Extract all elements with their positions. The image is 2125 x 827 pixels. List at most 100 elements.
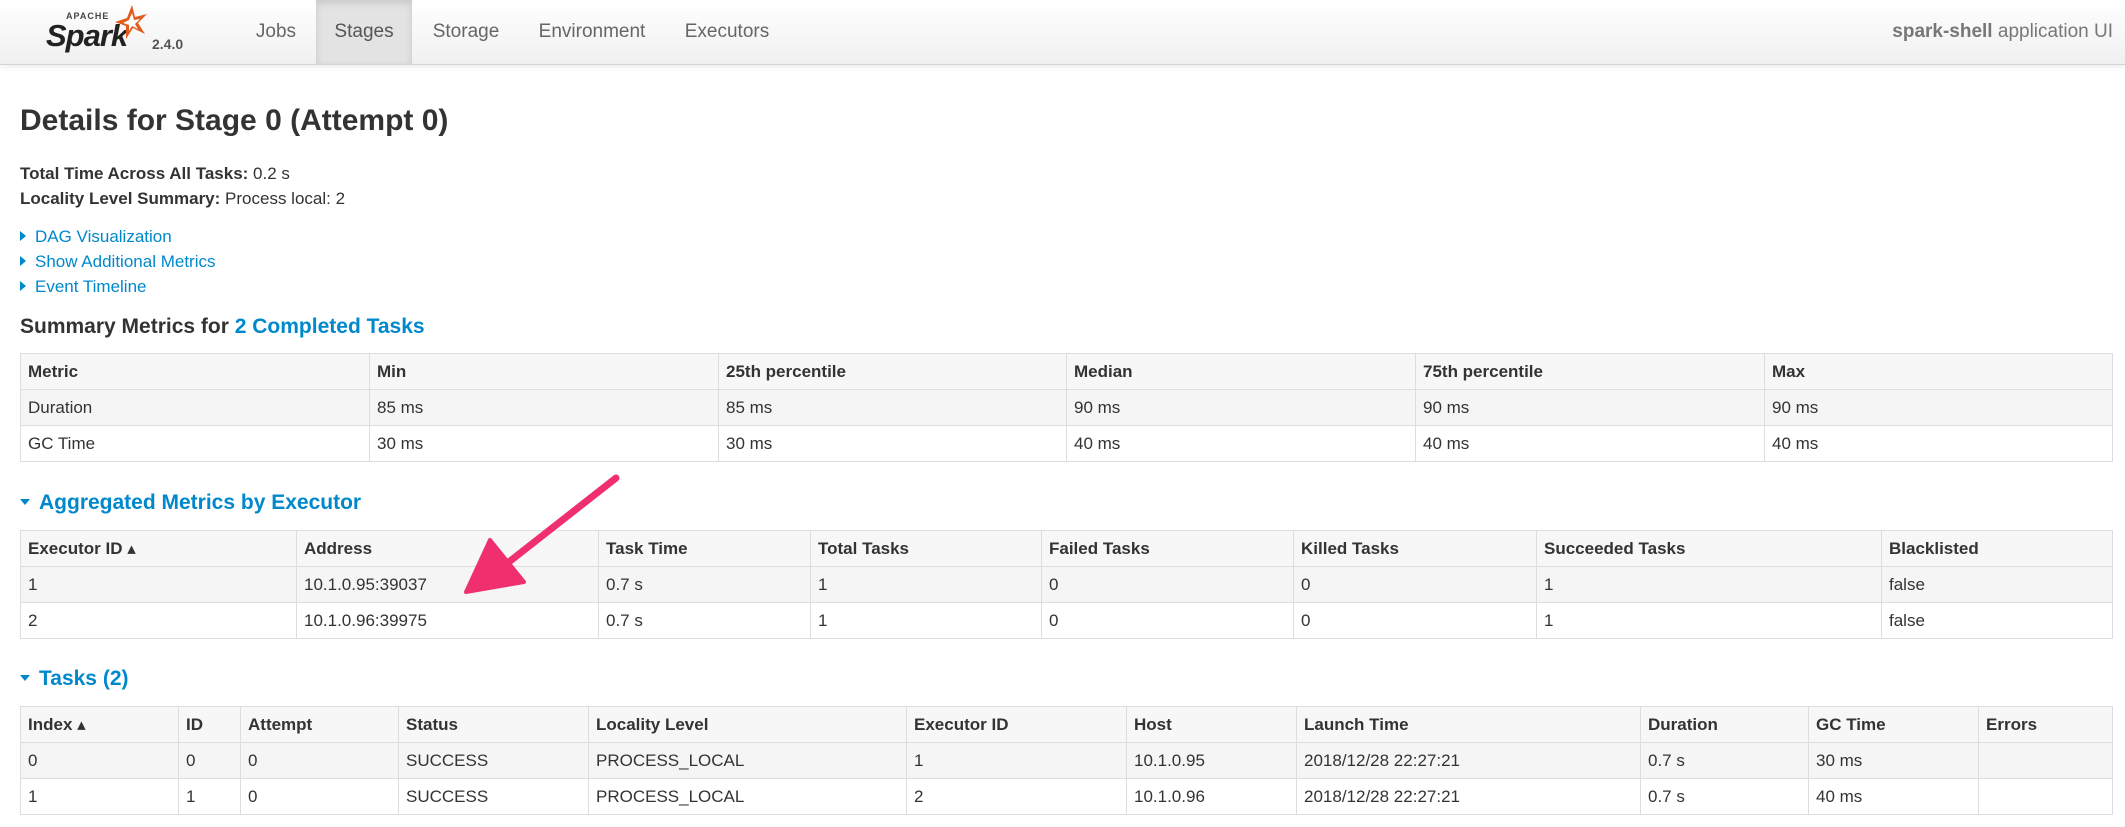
tab-jobs[interactable]: Jobs — [236, 0, 316, 64]
table-cell: 30 ms — [1808, 742, 1979, 779]
table-cell: 0 — [20, 742, 179, 779]
table-cell: 10.1.0.95:39037 — [296, 566, 599, 603]
event-timeline-link[interactable]: Event Timeline — [20, 277, 147, 297]
column-header[interactable]: Min — [369, 353, 719, 390]
table-cell: 1 — [810, 602, 1042, 639]
aggregated-metrics-heading: Aggregated Metrics by Executor — [39, 491, 362, 514]
table-cell: 85 ms — [369, 389, 719, 426]
table-cell: 10.1.0.95 — [1126, 742, 1297, 779]
table-header-row: Index ▴ ID Attempt Status Locality Level… — [20, 706, 2113, 743]
column-header[interactable]: Killed Tasks — [1293, 530, 1537, 567]
table-cell: 40 ms — [1415, 425, 1765, 462]
table-cell: 1 — [20, 566, 297, 603]
column-header[interactable]: GC Time — [1808, 706, 1979, 743]
table-row: 0 0 0 SUCCESS PROCESS_LOCAL 1 10.1.0.95 … — [20, 742, 2113, 779]
table-cell: 0.7 s — [1640, 778, 1809, 815]
table-cell: 0 — [1293, 566, 1537, 603]
table-cell: 0 — [240, 778, 399, 815]
column-header[interactable]: Host — [1126, 706, 1297, 743]
tasks-table: Index ▴ ID Attempt Status Locality Level… — [20, 706, 2113, 815]
completed-tasks-link[interactable]: 2 Completed Tasks — [235, 315, 425, 338]
table-cell: false — [1881, 566, 2113, 603]
table-cell: 0 — [1041, 602, 1294, 639]
page-title: Details for Stage 0 (Attempt 0) — [20, 104, 449, 137]
table-cell: 1 — [906, 742, 1127, 779]
table-cell: PROCESS_LOCAL — [588, 778, 907, 815]
table-header-row: Executor ID ▴ Address Task Time Total Ta… — [20, 530, 2113, 567]
table-row: Duration 85 ms 85 ms 90 ms 90 ms 90 ms — [20, 389, 2113, 426]
column-header[interactable]: Metric — [20, 353, 370, 390]
app-name: spark-shell — [1892, 21, 1993, 42]
table-cell: 0 — [1041, 566, 1294, 603]
column-header[interactable]: 25th percentile — [718, 353, 1067, 390]
spark-version: 2.4.0 — [152, 36, 184, 52]
tab-executors[interactable]: Executors — [664, 0, 790, 64]
tab-storage[interactable]: Storage — [412, 0, 520, 64]
column-header-index[interactable]: Index ▴ — [20, 706, 179, 743]
column-header[interactable]: Succeeded Tasks — [1536, 530, 1882, 567]
table-cell: 1 — [1536, 602, 1882, 639]
total-time-line: Total Time Across All Tasks: 0.2 s — [20, 164, 290, 184]
column-header[interactable]: Total Tasks — [810, 530, 1042, 567]
triangle-down-icon — [20, 499, 30, 505]
column-header[interactable]: Duration — [1640, 706, 1809, 743]
tasks-toggle[interactable]: Tasks (2) — [20, 667, 129, 691]
top-navbar: APACHE Spark 2.4.0 Jobs Stages Storage E… — [0, 0, 2125, 65]
column-header[interactable]: Max — [1764, 353, 2113, 390]
aggregated-metrics-toggle[interactable]: Aggregated Metrics by Executor — [20, 491, 361, 515]
summary-metrics-heading-prefix: Summary Metrics for — [20, 315, 235, 338]
table-cell: 10.1.0.96:39975 — [296, 602, 599, 639]
table-cell: 2 — [906, 778, 1127, 815]
dag-visualization-label: DAG Visualization — [35, 227, 172, 246]
table-cell: 1 — [810, 566, 1042, 603]
triangle-right-icon — [20, 281, 26, 291]
tab-environment[interactable]: Environment — [520, 0, 664, 64]
column-header[interactable]: Status — [398, 706, 589, 743]
table-cell: 0 — [178, 742, 241, 779]
column-header[interactable]: Median — [1066, 353, 1416, 390]
column-header[interactable]: Attempt — [240, 706, 399, 743]
tasks-heading: Tasks (2) — [39, 667, 129, 690]
tab-stages[interactable]: Stages — [316, 0, 412, 64]
table-row: 2 10.1.0.96:39975 0.7 s 1 0 0 1 false — [20, 602, 2113, 639]
spark-star-icon — [115, 5, 147, 39]
table-cell: 2018/12/28 22:27:21 — [1296, 778, 1641, 815]
column-header[interactable]: Address — [296, 530, 599, 567]
table-row: 1 10.1.0.95:39037 0.7 s 1 0 0 1 false — [20, 566, 2113, 603]
summary-metrics-heading: Summary Metrics for 2 Completed Tasks — [20, 315, 425, 339]
column-header[interactable]: Executor ID — [906, 706, 1127, 743]
column-header[interactable]: Locality Level — [588, 706, 907, 743]
table-cell: SUCCESS — [398, 742, 589, 779]
spark-logo[interactable]: APACHE Spark 2.4.0 — [44, 2, 194, 62]
column-header[interactable]: Blacklisted — [1881, 530, 2113, 567]
show-additional-metrics-label: Show Additional Metrics — [35, 252, 216, 271]
summary-metrics-table: Metric Min 25th percentile Median 75th p… — [20, 353, 2113, 462]
table-cell: Duration — [20, 389, 370, 426]
app-suffix: application UI — [1992, 21, 2113, 42]
column-header[interactable]: Failed Tasks — [1041, 530, 1294, 567]
column-header[interactable]: 75th percentile — [1415, 353, 1765, 390]
table-cell: 85 ms — [718, 389, 1067, 426]
column-header[interactable]: Errors — [1978, 706, 2113, 743]
column-header[interactable]: Task Time — [598, 530, 811, 567]
table-cell: 1 — [178, 778, 241, 815]
total-time-label: Total Time Across All Tasks: — [20, 164, 249, 183]
show-additional-metrics-link[interactable]: Show Additional Metrics — [20, 252, 215, 272]
table-cell: 40 ms — [1808, 778, 1979, 815]
dag-visualization-link[interactable]: DAG Visualization — [20, 227, 172, 247]
triangle-right-icon — [20, 256, 26, 266]
column-header-executor-id[interactable]: Executor ID ▴ — [20, 530, 297, 567]
table-cell: 40 ms — [1764, 425, 2113, 462]
column-header[interactable]: ID — [178, 706, 241, 743]
table-cell: 0 — [240, 742, 399, 779]
total-time-value: 0.2 s — [248, 164, 290, 183]
column-header[interactable]: Launch Time — [1296, 706, 1641, 743]
table-cell: SUCCESS — [398, 778, 589, 815]
table-cell: 0 — [1293, 602, 1537, 639]
table-row: 1 1 0 SUCCESS PROCESS_LOCAL 2 10.1.0.96 … — [20, 778, 2113, 815]
locality-label: Locality Level Summary: — [20, 189, 221, 208]
event-timeline-label: Event Timeline — [35, 277, 147, 296]
table-cell: 2018/12/28 22:27:21 — [1296, 742, 1641, 779]
aggregated-metrics-table: Executor ID ▴ Address Task Time Total Ta… — [20, 530, 2113, 639]
table-header-row: Metric Min 25th percentile Median 75th p… — [20, 353, 2113, 390]
